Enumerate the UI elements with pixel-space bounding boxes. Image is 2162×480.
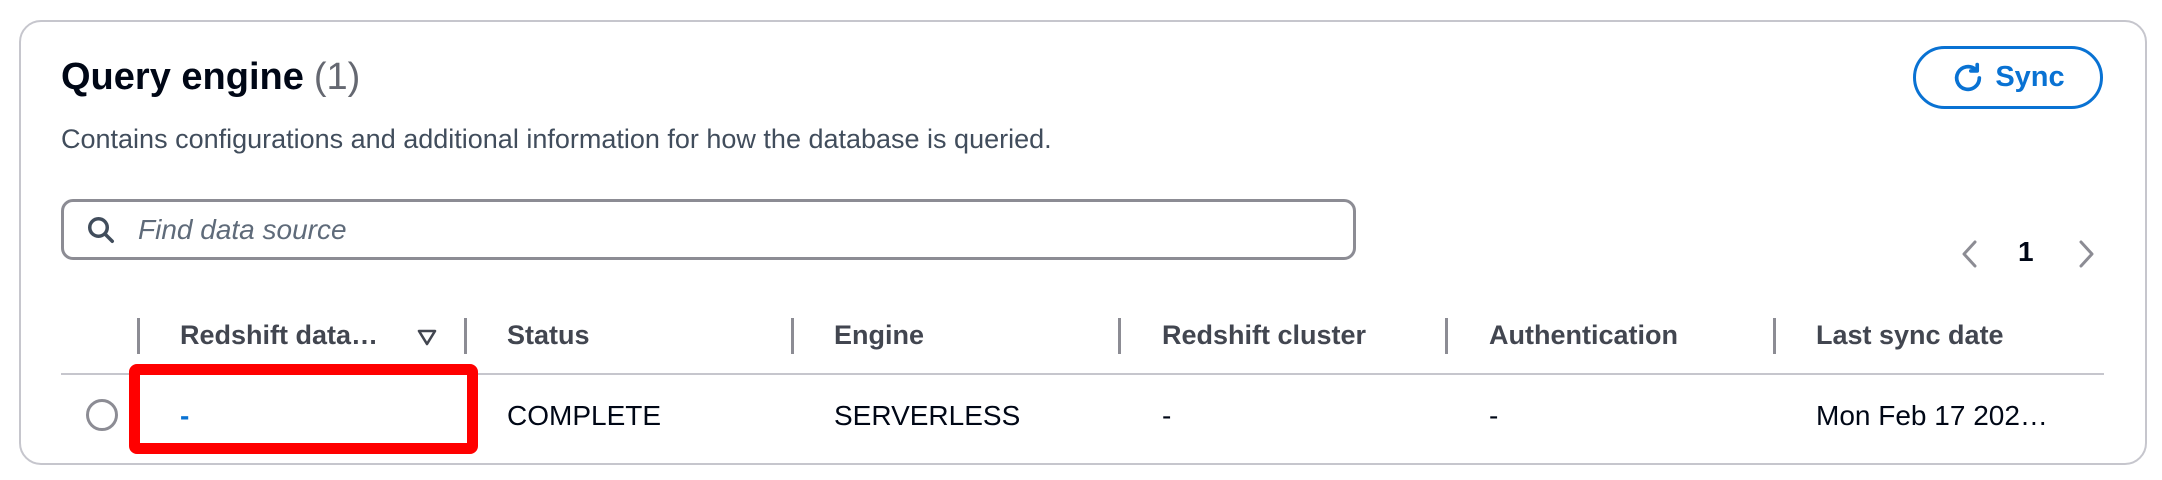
- column-header-redshift-cluster[interactable]: Redshift cluster: [1162, 320, 1366, 351]
- column-divider[interactable]: [791, 318, 794, 354]
- panel-title: Query engine (1): [61, 56, 360, 99]
- column-divider[interactable]: [1445, 318, 1448, 354]
- status-cell: COMPLETE: [507, 400, 662, 431]
- highlight-box: [129, 364, 478, 454]
- column-header-engine[interactable]: Engine: [834, 320, 924, 351]
- current-page-number[interactable]: 1: [2018, 236, 2034, 268]
- next-page-icon[interactable]: [2074, 238, 2098, 270]
- authentication-cell: -: [1489, 400, 1499, 431]
- search-input[interactable]: [138, 208, 1328, 252]
- previous-page-icon[interactable]: [1958, 238, 1982, 270]
- column-divider[interactable]: [1773, 318, 1776, 354]
- sync-button[interactable]: Sync: [1913, 46, 2103, 109]
- search-field[interactable]: [61, 199, 1356, 260]
- refresh-icon: [1955, 62, 1982, 91]
- column-header-status[interactable]: Status: [507, 320, 590, 351]
- column-divider[interactable]: [1118, 318, 1121, 354]
- row-select-radio[interactable]: [86, 399, 118, 431]
- panel-count: (1): [313, 56, 361, 98]
- column-header-last-sync-date[interactable]: Last sync date: [1816, 320, 2004, 351]
- column-divider[interactable]: [137, 318, 140, 354]
- last-sync-date-cell: Mon Feb 17 202…: [1816, 400, 2048, 431]
- engine-cell: SERVERLESS: [834, 400, 1021, 431]
- search-icon: [88, 217, 114, 243]
- column-divider[interactable]: [464, 318, 467, 354]
- sort-descending-icon[interactable]: [416, 326, 438, 348]
- panel-title-text: Query engine: [61, 56, 304, 98]
- column-header-authentication[interactable]: Authentication: [1489, 320, 1678, 351]
- panel-description: Contains configurations and additional i…: [61, 124, 1052, 154]
- column-header-redshift-data[interactable]: Redshift data…: [180, 320, 378, 351]
- redshift-cluster-cell: -: [1162, 400, 1172, 431]
- sync-button-label: Sync: [1995, 61, 2065, 93]
